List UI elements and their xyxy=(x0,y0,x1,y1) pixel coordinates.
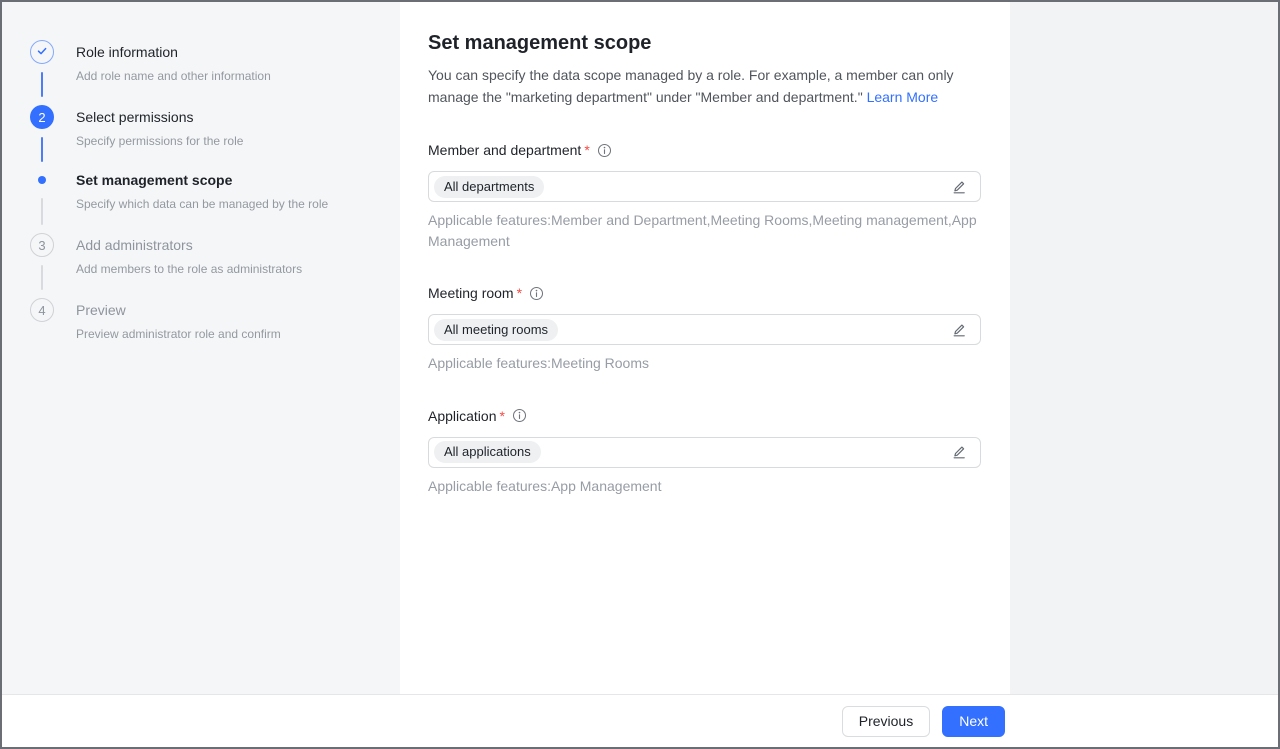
applicable-features-text: Applicable features:Member and Departmen… xyxy=(428,210,981,251)
current-substep-dot xyxy=(38,176,46,184)
info-icon[interactable] xyxy=(597,143,612,158)
scope-tag: All departments xyxy=(434,176,544,198)
step-title: Add administrators xyxy=(76,233,302,255)
scope-tag: All applications xyxy=(434,441,541,463)
stepper-sidebar: Role information Add role name and other… xyxy=(2,2,400,694)
page-title: Set management scope xyxy=(428,31,982,55)
required-asterisk: * xyxy=(584,140,589,160)
step-select-permissions[interactable]: 2 Select permissions Specify permissions… xyxy=(30,105,376,170)
check-icon xyxy=(36,45,48,60)
substep-title: Set management scope xyxy=(76,170,328,190)
scope-input-applications[interactable]: All applications xyxy=(428,437,981,468)
previous-button[interactable]: Previous xyxy=(842,706,930,737)
step-title: Select permissions xyxy=(76,105,243,127)
info-icon[interactable] xyxy=(529,286,544,301)
step-description: Specify permissions for the role xyxy=(76,133,243,150)
learn-more-link[interactable]: Learn More xyxy=(867,89,939,105)
stepper-connector xyxy=(41,137,43,162)
edit-pencil-icon[interactable] xyxy=(949,442,969,462)
substep-description: Specify which data can be managed by the… xyxy=(76,196,328,213)
scope-input-departments[interactable]: All departments xyxy=(428,171,981,202)
step-number-circle: 4 xyxy=(30,298,54,322)
scope-input-meeting-rooms[interactable]: All meeting rooms xyxy=(428,314,981,345)
field-member-and-department: Member and department * All departments … xyxy=(428,140,981,251)
wizard-body: Role information Add role name and other… xyxy=(2,2,1278,694)
info-icon[interactable] xyxy=(512,408,527,423)
field-label: Application xyxy=(428,406,497,426)
applicable-features-text: Applicable features:Meeting Rooms xyxy=(428,353,981,374)
stepper-connector xyxy=(41,265,43,290)
right-background-pane xyxy=(1010,2,1278,694)
field-meeting-room: Meeting room * All meeting rooms Applica… xyxy=(428,283,981,374)
field-label: Meeting room xyxy=(428,283,514,303)
main-panel: Set management scope You can specify the… xyxy=(400,2,1010,694)
required-asterisk: * xyxy=(517,283,522,303)
step-add-administrators[interactable]: 3 Add administrators Add members to the … xyxy=(30,233,376,298)
substep-set-management-scope[interactable]: Set management scope Specify which data … xyxy=(30,170,376,233)
scope-tag: All meeting rooms xyxy=(434,319,558,341)
step-title: Role information xyxy=(76,40,271,62)
step-number-circle: 3 xyxy=(30,233,54,257)
step-description: Add members to the role as administrator… xyxy=(76,261,302,278)
step-role-information[interactable]: Role information Add role name and other… xyxy=(30,40,376,105)
step-done-circle xyxy=(30,40,54,64)
step-title: Preview xyxy=(76,298,281,320)
page-description: You can specify the data scope managed b… xyxy=(428,65,973,108)
applicable-features-text: Applicable features:App Management xyxy=(428,476,981,497)
field-label: Member and department xyxy=(428,140,581,160)
step-number-circle: 2 xyxy=(30,105,54,129)
next-button[interactable]: Next xyxy=(942,706,1005,737)
stepper-connector xyxy=(41,72,43,97)
field-application: Application * All applications Applicabl… xyxy=(428,406,981,497)
step-preview[interactable]: 4 Preview Preview administrator role and… xyxy=(30,298,376,363)
step-description: Preview administrator role and confirm xyxy=(76,326,281,343)
edit-pencil-icon[interactable] xyxy=(949,320,969,340)
stepper-connector xyxy=(41,198,43,225)
wizard-footer: Previous Next xyxy=(2,694,1278,747)
edit-pencil-icon[interactable] xyxy=(949,177,969,197)
required-asterisk: * xyxy=(500,406,505,426)
step-description: Add role name and other information xyxy=(76,68,271,85)
